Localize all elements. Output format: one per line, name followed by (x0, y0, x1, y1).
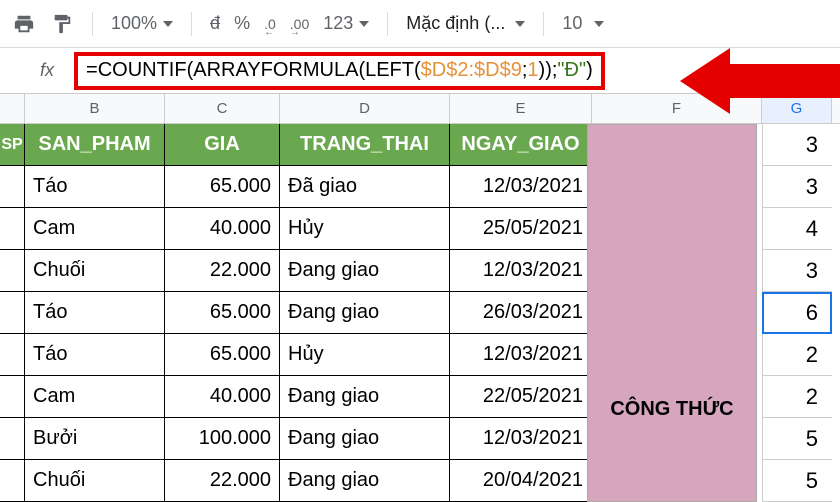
cell-ngay-giao[interactable]: 22/05/2021 (450, 376, 592, 418)
cell-san-pham[interactable]: Táo (25, 166, 165, 208)
header-b[interactable]: SAN_PHAM (25, 124, 165, 166)
cell-a[interactable] (0, 334, 25, 376)
cell-gia[interactable]: 22.000 (165, 250, 280, 292)
cell-san-pham[interactable]: Táo (25, 292, 165, 334)
cell-g[interactable]: 5 (762, 460, 832, 502)
cell-ngay-giao[interactable]: 26/03/2021 (450, 292, 592, 334)
zoom-dropdown[interactable]: 100% (111, 13, 173, 34)
cell-san-pham[interactable]: Bưởi (25, 418, 165, 460)
cell-g[interactable]: 5 (762, 418, 832, 460)
cell-san-pham[interactable]: Cam (25, 208, 165, 250)
formula-input[interactable]: =COUNTIF(ARRAYFORMULA(LEFT($D$2:$D$9;1))… (74, 52, 605, 90)
cell-san-pham[interactable]: Cam (25, 376, 165, 418)
cell-g[interactable]: 2 (762, 334, 832, 376)
font-size-control[interactable]: 10 (562, 13, 604, 34)
cell-trang-thai[interactable]: Đang giao (280, 250, 450, 292)
cell-g[interactable]: 2 (762, 376, 832, 418)
header-c[interactable]: GIA (165, 124, 280, 166)
merged-f-column[interactable]: CÔNG THỨC (587, 124, 757, 502)
number-format-dropdown[interactable]: 123 (323, 13, 369, 34)
cell-a[interactable] (0, 208, 25, 250)
decrease-decimal-button[interactable]: .0 ← (264, 13, 276, 34)
column-headers: B C D E F G (0, 94, 840, 124)
cell-gia[interactable]: 65.000 (165, 334, 280, 376)
cell-trang-thai[interactable]: Đang giao (280, 460, 450, 502)
fx-label: fx (40, 60, 54, 81)
cell-a[interactable] (0, 376, 25, 418)
cell-san-pham[interactable]: Táo (25, 334, 165, 376)
cell-ngay-giao[interactable]: 12/03/2021 (450, 250, 592, 292)
cell-gia[interactable]: 65.000 (165, 166, 280, 208)
col-header-c[interactable]: C (165, 94, 280, 123)
f-column-label: CÔNG THỨC (610, 398, 733, 421)
col-header-e[interactable]: E (450, 94, 592, 123)
font-family-dropdown[interactable]: Mặc định (... (406, 13, 525, 34)
cell-ngay-giao[interactable]: 20/04/2021 (450, 460, 592, 502)
paint-format-icon[interactable] (50, 12, 74, 36)
cell-a[interactable] (0, 166, 25, 208)
separator (92, 12, 93, 36)
header-a[interactable]: SP (0, 124, 25, 166)
cell-g1[interactable]: 3 (762, 124, 832, 166)
header-e[interactable]: NGAY_GIAO (450, 124, 592, 166)
cell-a[interactable] (0, 292, 25, 334)
cell-ngay-giao[interactable]: 12/03/2021 (450, 334, 592, 376)
cell-gia[interactable]: 40.000 (165, 376, 280, 418)
col-header-a[interactable] (0, 94, 25, 123)
col-header-d[interactable]: D (280, 94, 450, 123)
cell-trang-thai[interactable]: Đang giao (280, 376, 450, 418)
print-icon[interactable] (12, 12, 36, 36)
increase-decimal-button[interactable]: .00 → (290, 13, 309, 34)
cell-a[interactable] (0, 460, 25, 502)
cell-gia[interactable]: 65.000 (165, 292, 280, 334)
cell-ngay-giao[interactable]: 25/05/2021 (450, 208, 592, 250)
cell-gia[interactable]: 22.000 (165, 460, 280, 502)
col-header-g[interactable]: G (762, 94, 832, 123)
cell-san-pham[interactable]: Chuối (25, 460, 165, 502)
cell-a[interactable] (0, 250, 25, 292)
chevron-down-icon (359, 21, 369, 27)
separator (543, 12, 544, 36)
cell-trang-thai[interactable]: Hủy (280, 208, 450, 250)
chevron-down-icon (515, 21, 525, 27)
col-header-b[interactable]: B (25, 94, 165, 123)
chevron-down-icon (163, 21, 173, 27)
formula-bar: fx =COUNTIF(ARRAYFORMULA(LEFT($D$2:$D$9;… (0, 48, 840, 94)
header-d[interactable]: TRANG_THAI (280, 124, 450, 166)
cell-trang-thai[interactable]: Đang giao (280, 418, 450, 460)
cell-g[interactable]: 3 (762, 250, 832, 292)
separator (387, 12, 388, 36)
cell-ngay-giao[interactable]: 12/03/2021 (450, 166, 592, 208)
cell-gia[interactable]: 40.000 (165, 208, 280, 250)
cell-g[interactable]: 6 (762, 292, 832, 334)
cell-trang-thai[interactable]: Đã giao (280, 166, 450, 208)
cell-gia[interactable]: 100.000 (165, 418, 280, 460)
cell-trang-thai[interactable]: Hủy (280, 334, 450, 376)
cell-g[interactable]: 4 (762, 208, 832, 250)
chevron-down-icon (594, 21, 604, 27)
toolbar: 100% đ % .0 ← .00 → 123 Mặc định (... 10 (0, 0, 840, 48)
cell-san-pham[interactable]: Chuối (25, 250, 165, 292)
zoom-value: 100% (111, 13, 157, 34)
cell-trang-thai[interactable]: Đang giao (280, 292, 450, 334)
cell-a[interactable] (0, 418, 25, 460)
cell-ngay-giao[interactable]: 12/03/2021 (450, 418, 592, 460)
currency-format-button[interactable]: đ (210, 13, 220, 34)
percent-format-button[interactable]: % (234, 13, 250, 34)
separator (191, 12, 192, 36)
cell-g[interactable]: 3 (762, 166, 832, 208)
col-header-f[interactable]: F (592, 94, 762, 123)
